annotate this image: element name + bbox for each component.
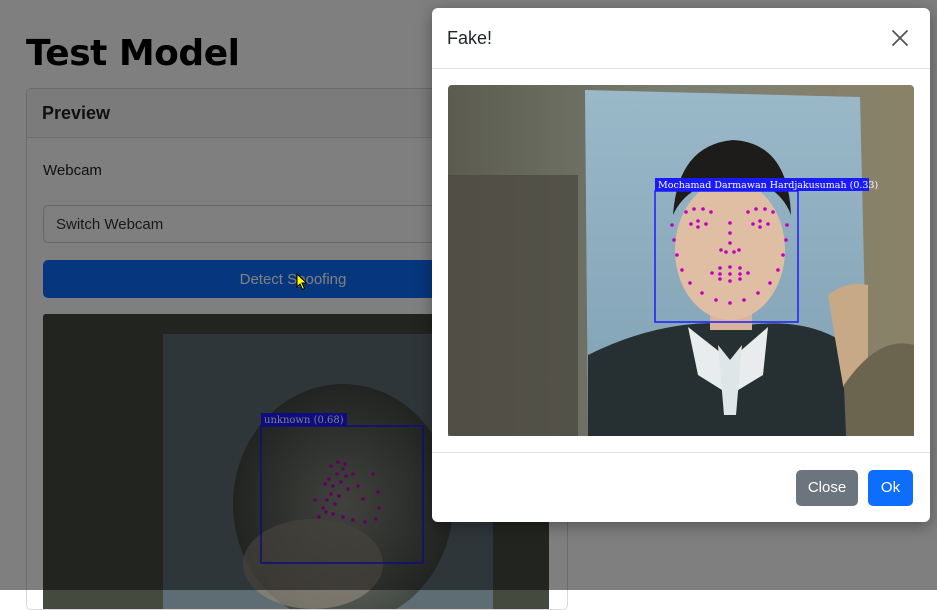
close-icon[interactable]: [885, 23, 915, 53]
captured-frame: Mochamad Darmawan Hardjakusumah (0.33): [448, 85, 914, 436]
ok-button[interactable]: Ok: [868, 469, 913, 506]
captured-detection-label: Mochamad Darmawan Hardjakusumah (0.33): [658, 180, 878, 191]
modal-body: Mochamad Darmawan Hardjakusumah (0.33): [448, 85, 914, 436]
close-button[interactable]: Close: [796, 469, 858, 506]
pointer-cursor-icon: [296, 272, 308, 296]
modal-title: Fake!: [447, 27, 493, 48]
result-modal: Fake! Mochamad Darmawan Hardjakusumah (0…: [432, 8, 930, 522]
modal-header: Fake!: [432, 8, 930, 69]
modal-footer: Close Ok: [432, 452, 930, 522]
page: Test Model Preview Webcam Switch Webcam …: [0, 0, 937, 610]
